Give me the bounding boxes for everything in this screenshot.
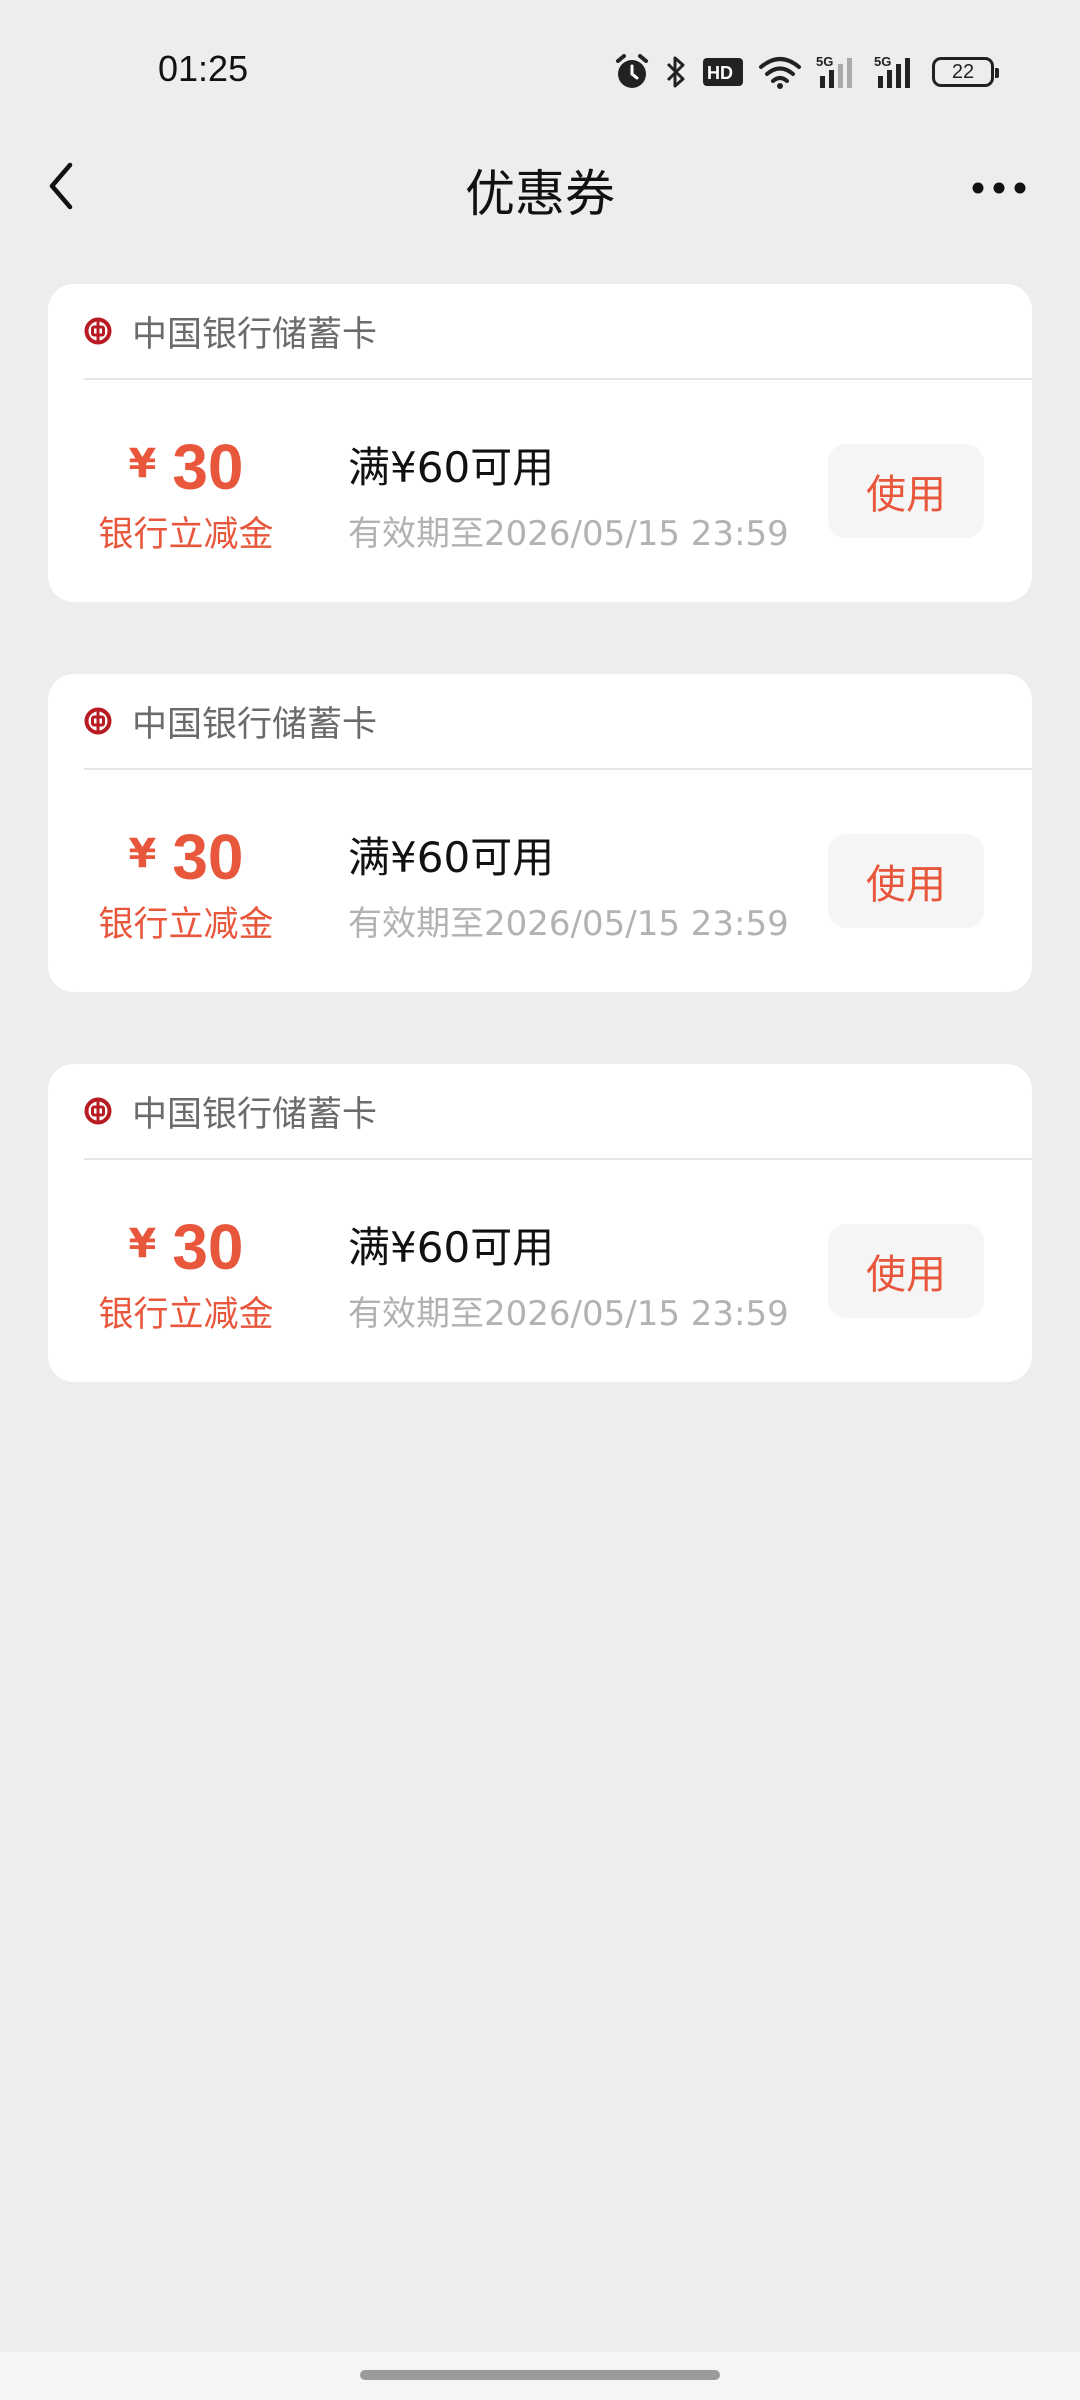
coupon-info: 满¥60可用 有效期至2026/05/15 23:59 [348, 824, 789, 945]
status-icons: HD 5G 5G 22 [614, 50, 999, 94]
home-indicator[interactable] [360, 2370, 720, 2380]
use-button[interactable]: 使用 [828, 1224, 984, 1318]
alarm-icon [614, 53, 650, 91]
currency-symbol: ¥ [128, 1221, 157, 1267]
amount-block: ¥ 30 银行立减金 [92, 1210, 280, 1337]
coupon-info: 满¥60可用 有效期至2026/05/15 23:59 [348, 434, 789, 555]
card-header: 中国银行储蓄卡 [84, 1064, 1032, 1160]
amount-line: ¥ 30 [92, 820, 280, 893]
bluetooth-icon [664, 53, 688, 91]
coupon-card: 中国银行储蓄卡 ¥ 30 银行立减金 满¥60可用 有效期至2026/05/15… [48, 1064, 1032, 1382]
coupon-card: 中国银行储蓄卡 ¥ 30 银行立减金 满¥60可用 有效期至2026/05/15… [48, 284, 1032, 602]
coupon-list: 中国银行储蓄卡 ¥ 30 银行立减金 满¥60可用 有效期至2026/05/15… [48, 284, 1032, 1454]
amount-block: ¥ 30 银行立减金 [92, 430, 280, 557]
card-body: ¥ 30 银行立减金 满¥60可用 有效期至2026/05/15 23:59 使… [48, 380, 1032, 602]
coupon-card: 中国银行储蓄卡 ¥ 30 银行立减金 满¥60可用 有效期至2026/05/15… [48, 674, 1032, 992]
svg-text:5G: 5G [874, 54, 891, 69]
signal-5g-icon: 5G [816, 54, 860, 90]
bank-name: 中国银行储蓄卡 [132, 314, 378, 355]
bank-of-china-logo-icon [84, 1097, 112, 1125]
wifi-icon [758, 55, 802, 89]
amount-label: 银行立减金 [98, 905, 274, 945]
amount-line: ¥ 30 [92, 1210, 280, 1283]
card-body: ¥ 30 银行立减金 满¥60可用 有效期至2026/05/15 23:59 使… [48, 770, 1032, 992]
bank-of-china-logo-icon [84, 707, 112, 735]
bank-name: 中国银行储蓄卡 [132, 704, 378, 745]
coupon-validity: 有效期至2026/05/15 23:59 [348, 514, 789, 554]
card-header: 中国银行储蓄卡 [84, 284, 1032, 380]
status-time: 01:25 [158, 48, 249, 89]
more-dots-icon [972, 182, 1026, 194]
coupon-condition: 满¥60可用 [348, 443, 555, 492]
currency-symbol: ¥ [128, 831, 157, 877]
coupon-condition: 满¥60可用 [348, 833, 555, 882]
amount-label: 银行立减金 [98, 1295, 274, 1335]
svg-text:HD: HD [707, 63, 733, 83]
use-button[interactable]: 使用 [828, 444, 984, 538]
coupon-info: 满¥60可用 有效期至2026/05/15 23:59 [348, 1214, 789, 1335]
coupon-amount: 30 [172, 431, 244, 503]
more-button[interactable] [964, 168, 1034, 208]
currency-symbol: ¥ [128, 441, 157, 487]
amount-block: ¥ 30 银行立减金 [92, 820, 280, 947]
status-bar: 01:25 HD 5G 5G 22 [0, 0, 1080, 140]
coupon-condition: 满¥60可用 [348, 1223, 555, 1272]
battery-icon: 22 [932, 57, 999, 87]
hd-voice-icon: HD [702, 56, 744, 88]
amount-line: ¥ 30 [92, 430, 280, 503]
page-title: 优惠券 [465, 165, 615, 223]
coupon-validity: 有效期至2026/05/15 23:59 [348, 904, 789, 944]
bank-of-china-logo-icon [84, 317, 112, 345]
coupon-validity: 有效期至2026/05/15 23:59 [348, 1294, 789, 1334]
svg-text:5G: 5G [816, 54, 833, 69]
coupon-amount: 30 [172, 1211, 244, 1283]
signal-5g-icon: 5G [874, 54, 918, 90]
coupon-amount: 30 [172, 821, 244, 893]
nav-bar: 优惠券 [0, 140, 1080, 230]
battery-level: 22 [951, 60, 975, 83]
card-body: ¥ 30 银行立减金 满¥60可用 有效期至2026/05/15 23:59 使… [48, 1160, 1032, 1382]
bank-name: 中国银行储蓄卡 [132, 1094, 378, 1135]
use-button[interactable]: 使用 [828, 834, 984, 928]
gesture-bar [0, 2352, 1080, 2400]
amount-label: 银行立减金 [98, 515, 274, 555]
card-header: 中国银行储蓄卡 [84, 674, 1032, 770]
